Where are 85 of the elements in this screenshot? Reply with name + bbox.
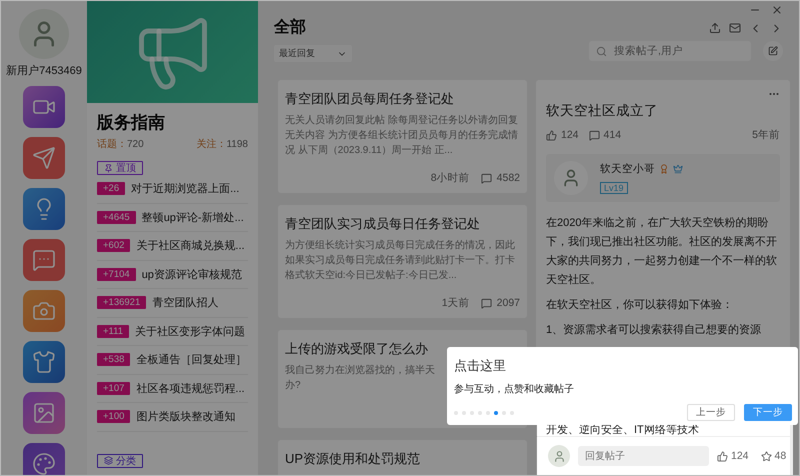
follows-label: 关注： bbox=[196, 139, 226, 150]
image-app-icon[interactable] bbox=[23, 392, 65, 434]
count-badge: +111 bbox=[97, 324, 129, 338]
post-title: 上传的游戏受限了怎么办 bbox=[285, 340, 428, 358]
previous-button[interactable]: 上一步 bbox=[687, 404, 735, 421]
reply-field[interactable]: 回复帖子 bbox=[578, 446, 709, 466]
count-badge: +7104 bbox=[97, 268, 136, 281]
comment-icon bbox=[588, 130, 600, 140]
comment-count: 4582 bbox=[496, 172, 520, 184]
upload-icon[interactable] bbox=[709, 22, 721, 34]
article-paragraph: 在2020年来临之前，在广大软天空铁粉的期盼下，我们现已推出社区功能。社区的发展离不开大家的共同努力，一起努力创建一个不一样的软天空社区。 bbox=[546, 216, 778, 288]
count-badge: +4645 bbox=[97, 210, 136, 224]
post-card[interactable]: 青空团队团员每周任务登记处 无关人员请勿回复此帖 除每周登记任务以外请勿回复无关内容 为方便各组长统计团员员每月的任务完成情况 从下周（2023.9.11）周一开始 正... 8小时前 4582 bbox=[278, 80, 527, 193]
post-excerpt: 无关人员请勿回复此帖 除每周登记任务以外请勿回复无关内容 为方便各组长统计团员员每月的任务完成情况 从下周（2023.9.11）周一开始 正... bbox=[285, 114, 519, 158]
post-time: 1天前 bbox=[442, 296, 470, 310]
post-card[interactable]: UP资源使用和处罚规范 bbox=[278, 440, 527, 475]
count-badge: +107 bbox=[97, 382, 130, 395]
pinned-post-title[interactable]: up资源评论审核规范 bbox=[142, 266, 242, 282]
chat-app-icon[interactable] bbox=[23, 239, 65, 281]
comment-icon bbox=[480, 298, 492, 308]
pinned-post-title[interactable]: 青空团队招人 bbox=[152, 295, 218, 310]
pinned-post-title[interactable]: 整顿up评论-新增处... bbox=[142, 210, 244, 225]
post-title: 青空团队实习成员每日任务登记处 bbox=[285, 215, 480, 233]
mail-icon[interactable] bbox=[729, 22, 741, 34]
post-excerpt: 为方便组长统计实习成员每日完成任务的情况，因此如果实习成员每日完成任务请到此贴打卡一下。打卡格式软天空id:今日已发帖子:今日已发... bbox=[285, 238, 516, 283]
pinned-post-title[interactable]: 社区各项违规惩罚程... bbox=[136, 380, 245, 396]
count-badge: +100 bbox=[97, 410, 130, 424]
sort-dropdown[interactable]: 最近回复 bbox=[274, 45, 352, 62]
search-field[interactable]: 搜索帖子,用户 bbox=[612, 44, 742, 58]
topics-count: 720 bbox=[127, 139, 144, 150]
post-title: UP资源使用和处罚规范 bbox=[285, 450, 420, 468]
like-count: 124 bbox=[561, 129, 579, 141]
favorite-button[interactable]: 48 bbox=[760, 450, 786, 462]
topics-label: 话题： bbox=[97, 139, 127, 150]
count-badge: +26 bbox=[97, 182, 126, 196]
thumbs-up-icon bbox=[717, 450, 728, 462]
pinned-post-title[interactable]: 全板通告［回复处理］ bbox=[136, 352, 246, 368]
article-paragraph: 1、资源需求者可以搜索获得自己想要的资源 bbox=[546, 322, 762, 338]
medal-icon bbox=[659, 164, 669, 174]
pinned-post-title[interactable]: 关于社区商城兑换规... bbox=[136, 238, 245, 254]
comment-icon bbox=[480, 172, 492, 184]
count-badge: +602 bbox=[97, 239, 130, 252]
category-tag[interactable]: 分类 bbox=[97, 454, 143, 468]
count-badge: +136921 bbox=[97, 296, 146, 310]
article-paragraph: 在软天空社区，你可以获得如下体验： bbox=[546, 298, 734, 313]
author-avatar bbox=[554, 161, 588, 195]
shirt-app-icon[interactable] bbox=[23, 341, 65, 383]
send-app-icon[interactable] bbox=[23, 137, 65, 179]
like-icon[interactable] bbox=[546, 130, 557, 140]
crown-icon bbox=[673, 164, 683, 174]
layers-icon bbox=[104, 456, 113, 465]
pinned-post-title[interactable]: 关于社区变形字体问题 bbox=[135, 324, 245, 339]
user-name: 新用户7453469 bbox=[6, 64, 82, 78]
user-avatar[interactable] bbox=[19, 9, 69, 59]
like-button[interactable]: 124 bbox=[717, 450, 749, 462]
board-title: 版务指南 bbox=[97, 112, 166, 134]
post-card[interactable]: 青空团队实习成员每日任务登记处 为方便组长统计实习成员每日完成任务的情况，因此如果实习成员每日完成任务请到此贴打卡一下。打卡格式软天空id:今日已发帖子:今日已发... 1天前 2097 bbox=[278, 205, 527, 318]
comment-count: 2097 bbox=[496, 297, 520, 309]
pinned-tag: 置顶 bbox=[97, 161, 143, 175]
idea-app-icon[interactable] bbox=[23, 188, 65, 230]
tour-title: 点击这里 bbox=[454, 357, 507, 375]
post-excerpt: 我自己努力在浏览器找的，搞半天 办? bbox=[285, 364, 435, 393]
video-app-icon[interactable] bbox=[23, 86, 65, 128]
camera-app-icon[interactable] bbox=[23, 290, 65, 332]
edit-icon bbox=[768, 46, 778, 56]
close-icon[interactable] bbox=[771, 4, 783, 16]
article-age: 5年前 bbox=[752, 128, 780, 142]
search-box[interactable]: 搜索帖子,用户 bbox=[589, 41, 751, 61]
article-title: 软天空社区成立了 bbox=[546, 102, 659, 120]
pinned-post-title[interactable]: 图片类版块整改通知 bbox=[136, 409, 236, 424]
feed-title: 全部 bbox=[274, 17, 307, 38]
pin-icon bbox=[104, 164, 113, 172]
post-title: 青空团队团员每周任务登记处 bbox=[285, 90, 454, 108]
search-icon bbox=[596, 46, 607, 56]
palette-app-icon[interactable] bbox=[23, 443, 65, 475]
edit-button[interactable] bbox=[763, 41, 783, 61]
star-icon bbox=[760, 450, 772, 462]
level-badge: Lv19 bbox=[600, 182, 628, 194]
pinned-post-title[interactable]: 对于近期浏览器上面... bbox=[131, 181, 240, 196]
post-time: 8小时前 bbox=[430, 171, 470, 185]
comment-count: 414 bbox=[604, 129, 622, 141]
count-badge: +538 bbox=[97, 353, 130, 366]
user-avatar bbox=[548, 445, 570, 467]
follows-count: 1198 bbox=[226, 139, 248, 150]
author-name: 软天空小哥 bbox=[600, 162, 655, 176]
